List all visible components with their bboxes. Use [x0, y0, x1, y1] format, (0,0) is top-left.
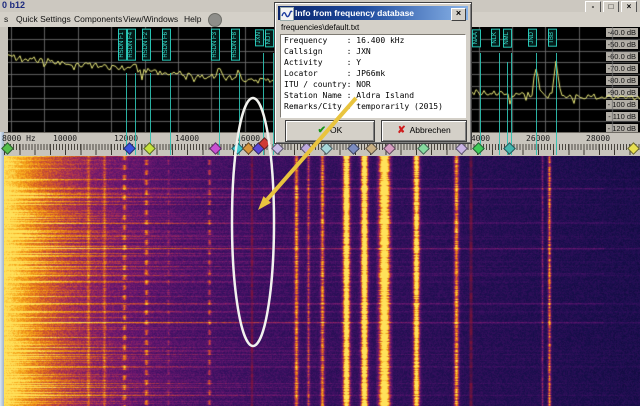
- station-marker-rsdnf6[interactable]: RSDN F6: [162, 29, 171, 61]
- dialog-titlebar[interactable]: Info from frequency database ×: [278, 6, 468, 20]
- info-row: Frequency : 16.400 kHz: [281, 35, 465, 46]
- db-label: -90.0 dB: [606, 88, 638, 97]
- station-marker-rsdnf8[interactable]: RSDN F8: [231, 29, 240, 61]
- dialog-icon: [280, 7, 294, 21]
- dialog-close-icon[interactable]: ×: [451, 8, 466, 21]
- station-marker-rsdnf2[interactable]: RSDN F2: [142, 29, 151, 61]
- marker-line-nlk: [499, 53, 500, 155]
- db-label: -70.0 dB: [606, 64, 638, 73]
- station-info-box: Frequency : 16.400 kHzCallsign : JXNActi…: [280, 34, 466, 118]
- db-label: -50.0 dB: [606, 40, 638, 49]
- station-marker-rsdnf3[interactable]: RSDN F3: [211, 29, 220, 61]
- scale-label-26000: 26000: [526, 134, 550, 143]
- marker-line-tbb: [556, 53, 557, 155]
- info-row: Callsign : JXN: [281, 46, 465, 57]
- station-marker-nml[interactable]: NML: [503, 29, 512, 48]
- ok-button[interactable]: ✔OK: [285, 120, 375, 142]
- marker-line-rsdnf1: [126, 73, 127, 155]
- scale-label-10000: 10000: [53, 134, 77, 143]
- db-label: -40.0 dB: [606, 28, 638, 37]
- info-dialog[interactable]: Info from frequency database × frequenci…: [274, 2, 472, 144]
- marker-line-naa: [480, 53, 481, 155]
- station-marker-rsdnf4[interactable]: RSDN F4: [127, 29, 136, 61]
- station-marker-naa[interactable]: NAA: [472, 29, 481, 47]
- menu-item-view-windows[interactable]: View/Windows: [121, 13, 180, 25]
- marker-line-extra: [507, 62, 508, 155]
- station-marker-tbb[interactable]: TBB: [548, 29, 557, 47]
- station-marker-jxn[interactable]: JXN: [255, 29, 264, 46]
- window-title: 0 b12: [2, 0, 25, 10]
- checkmark-icon: ✔: [318, 125, 326, 136]
- menu-item-quick-settings[interactable]: Quick Settings: [14, 13, 73, 25]
- db-label: -80.0 dB: [606, 76, 638, 85]
- marker-line-nml: [511, 53, 512, 155]
- waterfall-display[interactable]: [4, 155, 640, 406]
- dialog-database-file: frequencies\default.txt: [281, 23, 359, 32]
- menu-item-help[interactable]: Help: [182, 13, 203, 25]
- db-label: - 110 dB: [606, 112, 638, 121]
- cross-icon: ✘: [397, 125, 405, 136]
- marker-line-rsdnf4: [135, 73, 136, 155]
- scale-label-14000: 14000: [175, 134, 199, 143]
- station-marker-jnd[interactable]: JND: [528, 29, 537, 47]
- info-row: Locator : JP66mk: [281, 68, 465, 79]
- info-row: Activity : Y: [281, 57, 465, 68]
- status-indicator-icon: [208, 13, 222, 27]
- station-marker-rsdnf1[interactable]: RSDN F1: [118, 29, 127, 61]
- marker-line-rsdnf3: [219, 73, 220, 155]
- station-marker-ndt[interactable]: NDT: [265, 29, 274, 47]
- db-label: -60.0 dB: [606, 52, 638, 61]
- station-marker-nlk[interactable]: NLK: [491, 29, 500, 47]
- spectrum-lab-window: 0 b12 -□× sQuick SettingsComponentsView/…: [0, 0, 640, 406]
- marker-line-jnd: [536, 53, 537, 155]
- marker-line-rsdnf6: [170, 73, 171, 155]
- waterfall-canvas: [4, 155, 640, 406]
- info-row: Station Name : Aldra Island: [281, 90, 465, 101]
- dialog-title: Info from frequency database: [295, 8, 414, 18]
- menu-item-s[interactable]: s: [2, 13, 10, 25]
- info-row: Remarks/City : temporarily (2015): [281, 101, 465, 112]
- marker-line-rsdnf8: [239, 73, 240, 155]
- scale-label-28000: 28000: [586, 134, 610, 143]
- db-label: - 100 dB: [606, 100, 638, 109]
- cancel-button[interactable]: ✘Abbrechen: [381, 120, 467, 142]
- info-row: ITU / country: NOR: [281, 79, 465, 90]
- menu-item-components[interactable]: Components: [72, 13, 124, 25]
